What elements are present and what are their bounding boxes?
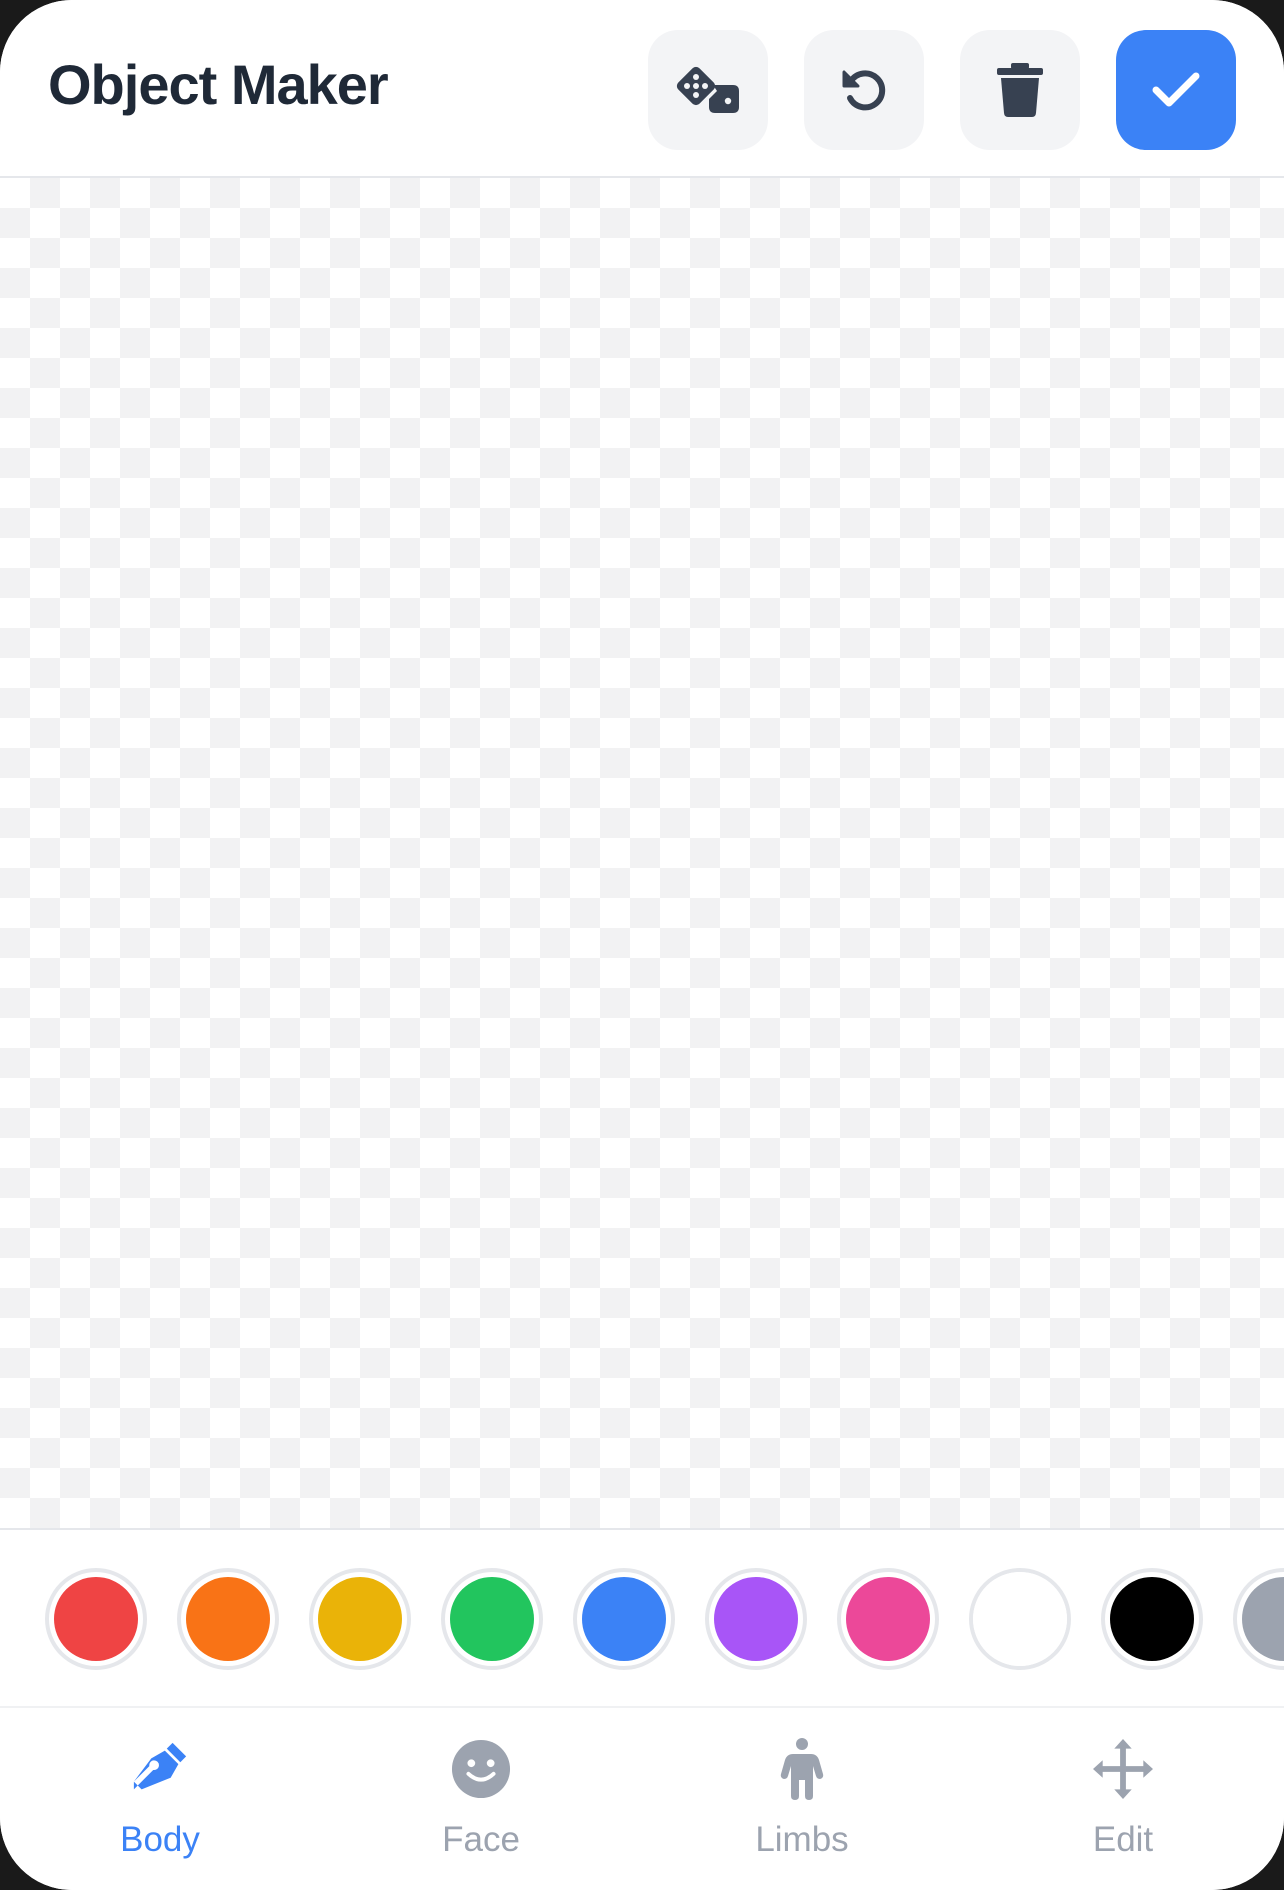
undo-icon xyxy=(842,70,886,111)
drawing-canvas[interactable] xyxy=(0,178,1284,1528)
color-palette xyxy=(0,1528,1284,1708)
color-swatch-fill xyxy=(54,1577,138,1661)
color-swatch-fill xyxy=(450,1577,534,1661)
color-swatch-fill xyxy=(318,1577,402,1661)
person-icon xyxy=(772,1738,832,1800)
color-swatch-fill xyxy=(1110,1577,1194,1661)
bottom-nav: Body Face Limbs Edit xyxy=(0,1708,1284,1890)
color-swatch-blue[interactable] xyxy=(573,1568,675,1670)
dice-icon xyxy=(676,66,739,113)
pen-nib-icon xyxy=(130,1738,190,1800)
app-screen: Object Maker Body Face Limbs Edit xyxy=(0,0,1284,1890)
color-swatch-gray[interactable] xyxy=(1233,1568,1284,1670)
check-icon xyxy=(1152,72,1200,107)
tab-limbs[interactable]: Limbs xyxy=(702,1708,902,1890)
tab-face[interactable]: Face xyxy=(381,1708,581,1890)
tab-label: Face xyxy=(442,1820,520,1859)
tab-body[interactable]: Body xyxy=(60,1708,260,1890)
undo-button[interactable] xyxy=(804,30,924,150)
tab-label: Body xyxy=(120,1820,200,1859)
color-swatch-fill xyxy=(186,1577,270,1661)
color-swatch-fill xyxy=(846,1577,930,1661)
page-title: Object Maker xyxy=(48,53,389,116)
header-bar: Object Maker xyxy=(0,0,1284,178)
color-swatch-orange[interactable] xyxy=(177,1568,279,1670)
color-swatch-white[interactable] xyxy=(969,1568,1071,1670)
color-swatch-fill xyxy=(714,1577,798,1661)
trash-icon xyxy=(997,63,1043,117)
color-swatch-fill xyxy=(1242,1577,1284,1661)
color-swatch-yellow[interactable] xyxy=(309,1568,411,1670)
smiley-face-icon xyxy=(451,1738,511,1800)
delete-button[interactable] xyxy=(960,30,1080,150)
tab-label: Edit xyxy=(1092,1820,1154,1859)
done-button[interactable] xyxy=(1116,30,1236,150)
tab-label: Limbs xyxy=(755,1820,849,1859)
color-swatch-purple[interactable] xyxy=(705,1568,807,1670)
color-swatch-black[interactable] xyxy=(1101,1568,1203,1670)
color-swatch-green[interactable] xyxy=(441,1568,543,1670)
color-swatch-pink[interactable] xyxy=(837,1568,939,1670)
move-arrows-icon xyxy=(1093,1738,1153,1800)
tab-edit[interactable]: Edit xyxy=(1023,1708,1223,1890)
color-swatch-fill xyxy=(582,1577,666,1661)
color-swatch-fill xyxy=(973,1572,1067,1666)
color-swatch-red[interactable] xyxy=(45,1568,147,1670)
randomize-button[interactable] xyxy=(648,30,768,150)
